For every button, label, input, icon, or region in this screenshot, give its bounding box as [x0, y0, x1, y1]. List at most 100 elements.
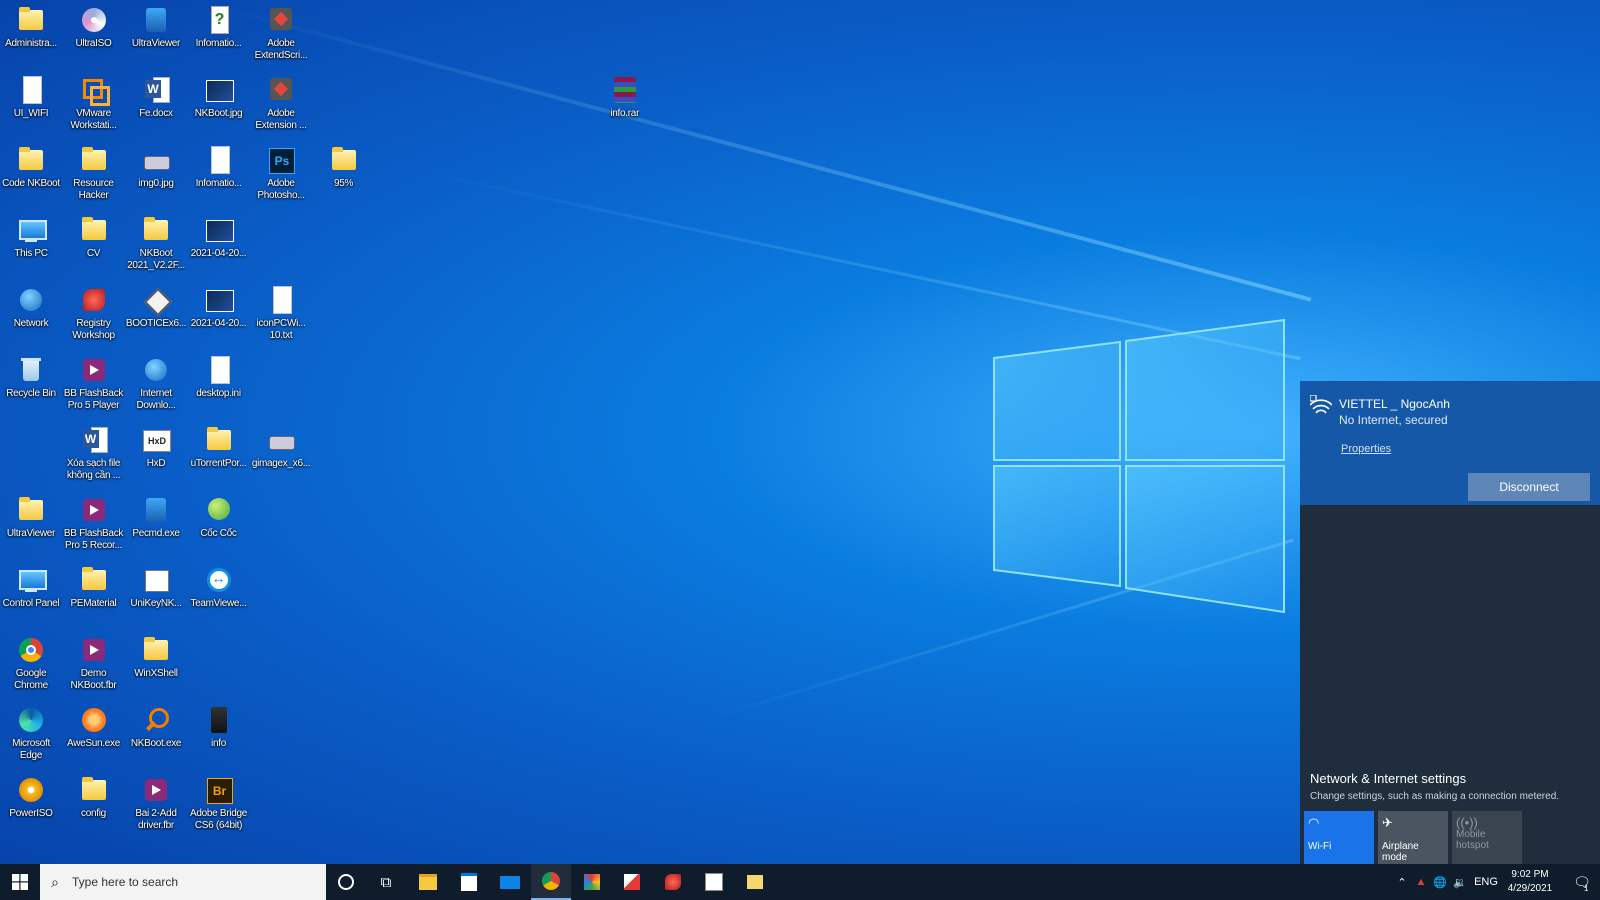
- desktop-icon[interactable]: 95%: [313, 140, 375, 190]
- desktop-icon[interactable]: AweSun.exe: [63, 700, 125, 750]
- desktop-icon[interactable]: Code NKBoot: [0, 140, 62, 190]
- action-center-button[interactable]: 🗨 1: [1564, 864, 1600, 900]
- desktop-icon[interactable]: config: [63, 770, 125, 820]
- desktop-icon[interactable]: HxD: [125, 420, 187, 470]
- desktop-icon[interactable]: Network: [0, 280, 62, 330]
- desktop-icon[interactable]: Pecmd.exe: [125, 490, 187, 540]
- desktop-icon[interactable]: UltraViewer: [0, 490, 62, 540]
- desktop-icon-label: UniKeyNK...: [130, 598, 182, 609]
- desktop-icon[interactable]: Recycle Bin: [0, 350, 62, 400]
- active-network-item[interactable]: VIETTEL _ NgocAnh No Internet, secured P…: [1300, 381, 1600, 505]
- desktop-icon[interactable]: Demo NKBoot.fbr: [63, 630, 125, 692]
- desktop-icon[interactable]: Adobe Extension ...: [250, 70, 312, 132]
- desktop-icon-label: PowerISO: [9, 808, 53, 819]
- desktop-icon[interactable]: Internet Downlo...: [125, 350, 187, 412]
- desktop-icon[interactable]: Xóa sạch file không cần ...: [63, 420, 125, 482]
- desktop-icon[interactable]: uTorrentPor...: [188, 420, 250, 470]
- properties-link[interactable]: Properties: [1341, 443, 1391, 455]
- desktop-icon[interactable]: Cốc Cốc: [188, 490, 250, 540]
- clock[interactable]: 9:02 PM 4/29/2021: [1500, 868, 1560, 896]
- desktop-icon[interactable]: Google Chrome: [0, 630, 62, 692]
- desktop-icon[interactable]: UltraViewer: [125, 0, 187, 50]
- registry-workshop-icon: [78, 284, 110, 316]
- desktop-icon[interactable]: 2021-04-20...: [188, 210, 250, 260]
- desktop-icon-label: Resource Hacker: [73, 178, 114, 201]
- desktop-icon[interactable]: TeamViewe...: [188, 560, 250, 610]
- desktop-icon[interactable]: PowerISO: [0, 770, 62, 820]
- desktop-icon[interactable]: UltraISO: [63, 0, 125, 50]
- desktop-icon[interactable]: VMware Workstati...: [63, 70, 125, 132]
- desktop-icon[interactable]: Adobe ExtendScri...: [250, 0, 312, 62]
- desktop-icon[interactable]: Infomatio...: [188, 140, 250, 190]
- desktop-icon[interactable]: UI_WIFI: [0, 70, 62, 120]
- desktop-icon-label: Adobe Extension ...: [255, 108, 307, 131]
- desktop-icon-label: UltraViewer: [6, 528, 56, 539]
- volume-tray-button[interactable]: 🔉: [1450, 864, 1470, 900]
- cortana-button[interactable]: [326, 864, 366, 900]
- search-input[interactable]: [70, 874, 314, 890]
- desktop-icon-label: Network: [13, 318, 49, 329]
- chrome-icon: [15, 634, 47, 666]
- tray-app-button[interactable]: ▲: [1412, 864, 1430, 900]
- network-icon: [15, 284, 47, 316]
- wifi-icon: ◠: [1308, 815, 1320, 830]
- desktop-icon[interactable]: Administra...: [0, 0, 62, 50]
- desktop-icon[interactable]: Bai 2-Add driver.fbr: [125, 770, 187, 832]
- desktop-icon[interactable]: PEMaterial: [63, 560, 125, 610]
- desktop-icon[interactable]: 2021-04-20...: [188, 280, 250, 330]
- registry-taskbar-button[interactable]: [653, 864, 693, 900]
- adobe-taskbar-button[interactable]: [612, 864, 652, 900]
- desktop-icon[interactable]: Resource Hacker: [63, 140, 125, 202]
- desktop-icon[interactable]: This PC: [0, 210, 62, 260]
- desktop-icon[interactable]: Control Panel: [0, 560, 62, 610]
- desktop-icon[interactable]: Adobe Photosho...: [250, 140, 312, 202]
- folder-icon: [78, 564, 110, 596]
- sticky-taskbar-button[interactable]: [735, 864, 775, 900]
- desktop-icon[interactable]: Infomatio...: [188, 0, 250, 50]
- desktop-icon[interactable]: Adobe Bridge CS6 (64bit): [188, 770, 250, 832]
- folder-icon: [78, 144, 110, 176]
- desktop-icon[interactable]: BB FlashBack Pro 5 Recor...: [63, 490, 125, 552]
- flashback-player-icon: [78, 354, 110, 386]
- desktop-icon[interactable]: NKBoot 2021_V2.2F...: [125, 210, 187, 272]
- desktop-icon[interactable]: NKBoot.jpg: [188, 70, 250, 120]
- desktop-icon[interactable]: gimagex_x6...: [250, 420, 312, 470]
- desktop-icon[interactable]: WinXShell: [125, 630, 187, 680]
- task-view-button[interactable]: ⧉: [366, 864, 406, 900]
- disconnect-button[interactable]: Disconnect: [1468, 473, 1590, 501]
- desktop-icon[interactable]: UniKeyNK...: [125, 560, 187, 610]
- desktop-icon[interactable]: desktop.ini: [188, 350, 250, 400]
- unikey-taskbar-button[interactable]: [694, 864, 734, 900]
- desktop-icon[interactable]: Registry Workshop: [63, 280, 125, 342]
- wifi-quick-action[interactable]: ◠ Wi-Fi: [1304, 811, 1374, 864]
- store-button[interactable]: [449, 864, 489, 900]
- desktop-icon[interactable]: info: [188, 700, 250, 750]
- folder-icon: [78, 774, 110, 806]
- desktop-icon-label: Google Chrome: [14, 668, 48, 691]
- desktop-icon[interactable]: Fe.docx: [125, 70, 187, 120]
- desktop-icon[interactable]: info.rar: [594, 70, 656, 120]
- start-button[interactable]: [0, 864, 40, 900]
- file-explorer-button[interactable]: [408, 864, 448, 900]
- taskbar-search[interactable]: ⌕: [40, 864, 326, 900]
- airplane-mode-quick-action[interactable]: ✈ Airplane mode: [1378, 811, 1448, 864]
- desktop-icon[interactable]: Microsoft Edge: [0, 700, 62, 762]
- network-settings-link[interactable]: Network & Internet settings: [1310, 771, 1466, 786]
- input-language-button[interactable]: ENG: [1472, 864, 1500, 900]
- mobile-hotspot-quick-action[interactable]: ((•)) Mobile hotspot: [1452, 811, 1522, 864]
- speaker-icon: 🔉: [1453, 876, 1467, 889]
- desktop-icon[interactable]: NKBoot.exe: [125, 700, 187, 750]
- chrome-taskbar-button[interactable]: [531, 864, 571, 900]
- desktop-icon[interactable]: iconPCWi... 10.txt: [250, 280, 312, 342]
- desktop-icon[interactable]: BOOTICEx6...: [125, 280, 187, 330]
- desktop-icon[interactable]: CV: [63, 210, 125, 260]
- desktop-icon[interactable]: BB FlashBack Pro 5 Player: [63, 350, 125, 412]
- paint-button[interactable]: [572, 864, 612, 900]
- desktop-icon[interactable]: img0.jpg: [125, 140, 187, 190]
- network-tray-button[interactable]: 🌐: [1430, 864, 1450, 900]
- mail-button[interactable]: [490, 864, 530, 900]
- desktop-icon-label: Adobe Photosho...: [257, 178, 305, 201]
- gimagex-icon: [265, 424, 297, 456]
- show-hidden-icons-button[interactable]: ⌃: [1392, 864, 1412, 900]
- language-indicator: ENG: [1474, 876, 1498, 888]
